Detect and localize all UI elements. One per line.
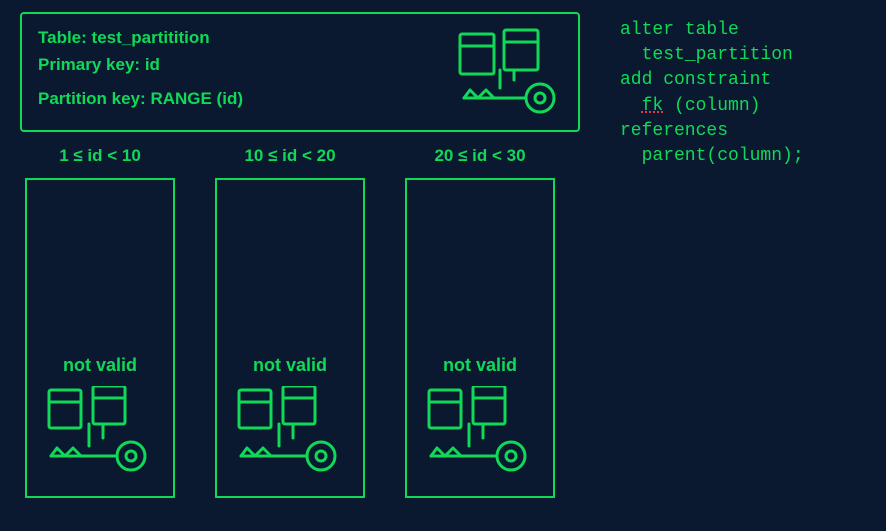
partition-col-1: 10 ≤ id < 20 not valid <box>210 146 370 498</box>
tables-key-icon <box>421 386 539 478</box>
partition-box: not valid <box>215 178 365 498</box>
table-title-value: test_partitition <box>92 28 210 47</box>
partition-status: not valid <box>63 355 137 376</box>
partition-range-label: 1 ≤ id < 10 <box>59 146 141 166</box>
partition-range-label: 20 ≤ id < 30 <box>434 146 525 166</box>
primary-key-value: id <box>145 55 160 74</box>
tables-key-icon <box>454 28 564 120</box>
partition-range-label: 10 ≤ id < 20 <box>244 146 335 166</box>
partition-key-label: Partition key: <box>38 89 146 108</box>
primary-key-label: Primary key: <box>38 55 140 74</box>
partitions-row: 1 ≤ id < 10 not valid <box>20 146 580 498</box>
tables-key-icon <box>231 386 349 478</box>
partition-status: not valid <box>443 355 517 376</box>
code-line-4-indent <box>620 96 642 116</box>
partition-col-0: 1 ≤ id < 10 not valid <box>20 146 180 498</box>
code-line-3: add constraint <box>620 70 771 90</box>
code-fk-token: fk <box>642 96 664 116</box>
partition-status: not valid <box>253 355 327 376</box>
code-line-2: test_partition <box>620 45 793 65</box>
table-title-label: Table: <box>38 28 87 47</box>
code-line-4-rest: (column) <box>663 96 760 116</box>
code-line-6: parent(column); <box>620 146 804 166</box>
diagram-area: Table: test_partitition Primary key: id … <box>20 12 580 498</box>
partition-box: not valid <box>25 178 175 498</box>
sql-code-block: alter table test_partition add constrain… <box>620 18 804 169</box>
parent-table-box: Table: test_partitition Primary key: id … <box>20 12 580 132</box>
partition-col-2: 20 ≤ id < 30 not valid <box>400 146 560 498</box>
code-line-5: references <box>620 121 728 141</box>
partition-box: not valid <box>405 178 555 498</box>
tables-key-icon <box>41 386 159 478</box>
partition-key-value: RANGE (id) <box>150 89 243 108</box>
code-line-1: alter table <box>620 20 739 40</box>
